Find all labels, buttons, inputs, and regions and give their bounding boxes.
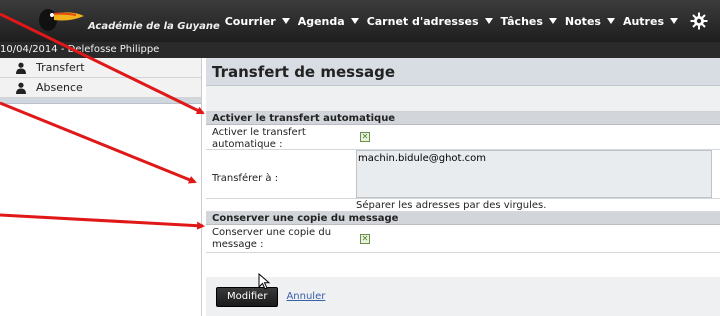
session-info-bar: 10/04/2014 - Delefosse Philippe	[0, 42, 720, 58]
main-panel: Transfert de message Activer le transfer…	[206, 58, 720, 316]
menu-label: Courrier	[224, 14, 276, 28]
menu-agenda[interactable]: Agenda	[298, 12, 359, 30]
keep-copy-checkbox[interactable]: ✕	[360, 233, 370, 244]
sidebar: Transfert Absence	[0, 58, 202, 316]
sidebar-divider	[0, 98, 201, 104]
chevron-down-icon	[484, 18, 493, 24]
menu-label: Tâches	[500, 14, 543, 28]
form-actions: Modifier Annuler	[206, 277, 720, 316]
menu-notes[interactable]: Notes	[565, 12, 615, 30]
title-spacer	[206, 86, 720, 112]
gear-icon[interactable]	[690, 12, 708, 30]
menu-label: Agenda	[297, 14, 345, 28]
sidebar-item-label: Absence	[36, 81, 83, 94]
keep-copy-label: Conserver une copie du message :	[212, 227, 332, 250]
section-heading-transfer: Activer le transfert automatique	[206, 112, 720, 125]
menu-label: Carnet d'adresses	[366, 14, 479, 28]
chevron-down-icon	[670, 18, 678, 24]
menu-autres[interactable]: Autres	[623, 12, 678, 30]
keep-copy-row: Conserver une copie du message : ✕	[206, 225, 720, 253]
forward-to-label: Transférer à :	[212, 173, 279, 184]
page-title: Transfert de message	[206, 58, 720, 86]
menu-carnet-adresses[interactable]: Carnet d'adresses	[367, 12, 493, 30]
brand-name: Académie de la Guyane	[88, 21, 220, 32]
toucan-logo	[39, 9, 84, 31]
top-navigation-bar: Académie de la Guyane Courrier Agenda Ca…	[0, 0, 720, 42]
forward-to-row: Transférer à : machin.bidule@ghot.com	[206, 150, 720, 199]
enable-transfer-label: Activer le transfert automatique :	[212, 127, 306, 150]
enable-transfer-checkbox[interactable]: ✕	[360, 132, 370, 142]
menu-label: Autres	[622, 14, 664, 28]
menu-courrier[interactable]: Courrier	[225, 12, 290, 30]
sidebar-item-label: Transfert	[36, 61, 85, 74]
session-line: 10/04/2014 - Delefosse Philippe	[0, 44, 160, 55]
forward-to-textarea[interactable]: machin.bidule@ghot.com	[356, 150, 712, 198]
enable-transfer-row: Activer le transfert automatique : ✕	[206, 125, 720, 150]
chevron-down-icon	[606, 18, 615, 24]
chevron-down-icon	[281, 18, 290, 24]
section-heading-copy: Conserver une copie du message	[206, 212, 720, 225]
user-icon	[14, 61, 28, 75]
main-menu: Courrier Agenda Carnet d'adresses Tâches…	[225, 12, 708, 30]
menu-taches[interactable]: Tâches	[501, 12, 557, 30]
sidebar-item-absence[interactable]: Absence	[0, 78, 201, 98]
mouse-pointer-icon	[258, 273, 271, 290]
user-icon	[14, 81, 28, 95]
menu-label: Notes	[564, 14, 601, 28]
sidebar-item-transfert[interactable]: Transfert	[0, 58, 201, 78]
chevron-down-icon	[548, 18, 557, 24]
cancel-link[interactable]: Annuler	[286, 291, 325, 302]
forward-hint: Séparer les adresses par des virgules.	[206, 199, 720, 212]
chevron-down-icon	[350, 18, 359, 24]
